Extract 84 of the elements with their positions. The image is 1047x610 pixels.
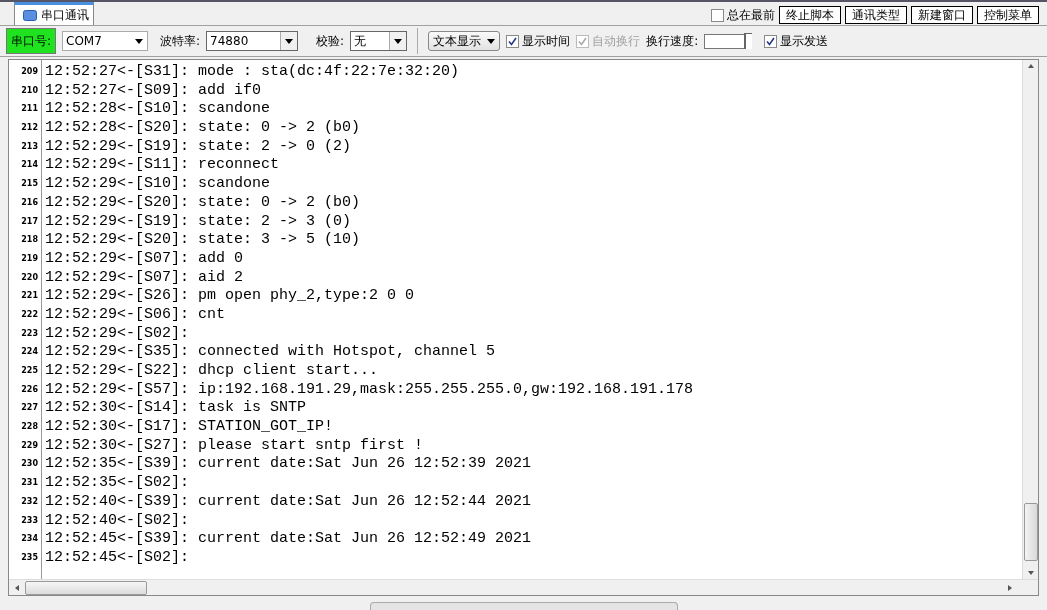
log-line: 12:52:30<-[S27]: please start sntp first ! — [45, 436, 425, 456]
line-number: 232 — [21, 495, 38, 508]
line-number: 235 — [21, 551, 38, 564]
line-number: 212 — [21, 122, 38, 135]
slider-thumb[interactable] — [744, 33, 753, 49]
log-line: 12:52:35<-[S39]: current date:Sat Jun 26 12:52:39 2021 — [45, 455, 533, 475]
log-line: 12:52:29<-[S19]: state: 2 -> 3 (0) — [45, 212, 353, 232]
line-number: 219 — [21, 252, 38, 265]
line-number: 234 — [21, 533, 38, 546]
checkbox-label: 自动换行 — [592, 33, 641, 50]
line-number: 221 — [21, 290, 38, 303]
port-dropdown[interactable]: COM7 — [62, 31, 149, 51]
port-label: 串口号: — [6, 28, 57, 54]
toolbar-button[interactable]: 终止脚本 — [779, 6, 841, 24]
log-line: 12:52:29<-[S02]: — [45, 324, 191, 344]
line-number: 214 — [21, 159, 38, 172]
line-number: 213 — [21, 140, 38, 153]
log-line: 12:52:29<-[S07]: aid 2 — [45, 268, 245, 288]
field-label: 校验: — [316, 33, 345, 50]
window-icon — [23, 9, 37, 21]
line-number: 225 — [21, 365, 38, 377]
line-number: 220 — [21, 271, 38, 284]
line-number: 216 — [21, 196, 38, 209]
scroll-thumb[interactable] — [1023, 503, 1038, 561]
line-number: 233 — [21, 514, 38, 527]
vertical-scrollbar[interactable] — [1022, 60, 1038, 579]
log-line: 12:52:28<-[S10]: scandone — [45, 100, 272, 120]
checkbox-label: 显示发送 — [780, 33, 829, 50]
speed-field[interactable] — [704, 34, 745, 49]
line-number: 230 — [21, 458, 38, 471]
log-line: 12:52:29<-[S19]: state: 2 -> 0 (2) — [45, 137, 353, 157]
log-line: 12:52:29<-[S22]: dhcp client start... — [45, 362, 380, 381]
line-number: 209 — [21, 66, 38, 78]
log-line: 12:52:45<-[S39]: current date:Sat Jun 26 12:52:49 2021 — [45, 530, 533, 549]
checkbox[interactable] — [506, 34, 520, 48]
scroll-thumb[interactable] — [25, 580, 147, 595]
log-line: 12:52:29<-[S20]: state: 3 -> 5 (10) — [45, 231, 362, 250]
line-number: 229 — [21, 439, 38, 452]
checkbox[interactable] — [711, 8, 724, 22]
baud-dropdown[interactable]: 74880 — [206, 31, 299, 51]
log-line: 12:52:29<-[S11]: reconnect — [45, 156, 281, 176]
log-line: 12:52:29<-[S35]: connected with Hotspot, channel 5 — [45, 343, 497, 362]
line-number: 231 — [21, 477, 38, 490]
toolbar-button[interactable]: 控制菜单 — [977, 6, 1039, 24]
checkbox-label: 总在最前 — [727, 7, 775, 24]
field-label: 换行速度: — [646, 33, 699, 50]
line-number: 226 — [21, 383, 38, 396]
toolbar-button[interactable]: 通讯类型 — [845, 6, 907, 24]
log-line: 12:52:27<-[S09]: add if0 — [45, 81, 263, 101]
log-line: 12:52:40<-[S39]: current date:Sat Jun 26 12:52:44 2021 — [45, 492, 533, 512]
scroll-right-icon[interactable] — [1006, 582, 1014, 593]
log-line: 12:52:28<-[S20]: state: 0 -> 2 (b0) — [45, 119, 362, 138]
horizontal-scrollbar[interactable] — [9, 579, 1038, 595]
log-line: 12:52:29<-[S57]: ip:192.168.191.29,mask:255.255.255.0,gw:192.168.191.178 — [45, 380, 695, 400]
line-number: 222 — [21, 308, 38, 321]
log-line: 12:52:40<-[S02]: — [45, 511, 191, 531]
log-line: 12:52:30<-[S14]: task is SNTP — [45, 399, 308, 419]
tab[interactable]: 串口通讯 — [14, 2, 94, 25]
log-line: 12:52:29<-[S07]: add 0 — [45, 249, 245, 269]
checkbox-label: 显示时间 — [522, 33, 571, 50]
line-number: 224 — [21, 346, 38, 359]
line-number: 218 — [21, 234, 38, 247]
checkbox[interactable] — [764, 34, 778, 48]
log-line: 12:52:45<-[S02]: — [45, 548, 191, 568]
display-mode-dropdown[interactable]: 文本显示 — [428, 31, 501, 51]
log-line: 12:52:27<-[S31]: mode : sta(dc:4f:22:7e:32:20) — [45, 63, 461, 82]
log-line: 12:52:30<-[S17]: STATION_GOT_IP! — [45, 418, 335, 437]
log-line: 12:52:35<-[S02]: — [45, 474, 191, 493]
line-number: 215 — [21, 178, 38, 191]
line-number: 211 — [21, 103, 38, 116]
splitter-handle[interactable] — [369, 602, 678, 610]
log-line: 12:52:29<-[S26]: pm open phy_2,type:2 0 0 — [45, 287, 416, 306]
parity-dropdown[interactable]: 无 — [350, 31, 408, 51]
line-number: 227 — [21, 402, 38, 415]
log-line: 12:52:29<-[S06]: cnt — [45, 305, 227, 325]
log-line: 12:52:29<-[S10]: scandone — [45, 175, 272, 194]
field-label: 波特率: — [160, 33, 201, 50]
line-number: 228 — [21, 421, 38, 434]
log-line: 12:52:29<-[S20]: state: 0 -> 2 (b0) — [45, 193, 362, 213]
scroll-left-icon[interactable] — [13, 582, 21, 593]
line-number: 223 — [21, 327, 38, 340]
toolbar-button[interactable]: 新建窗口 — [911, 6, 973, 24]
line-number: 210 — [21, 84, 38, 97]
line-number: 217 — [21, 215, 38, 228]
